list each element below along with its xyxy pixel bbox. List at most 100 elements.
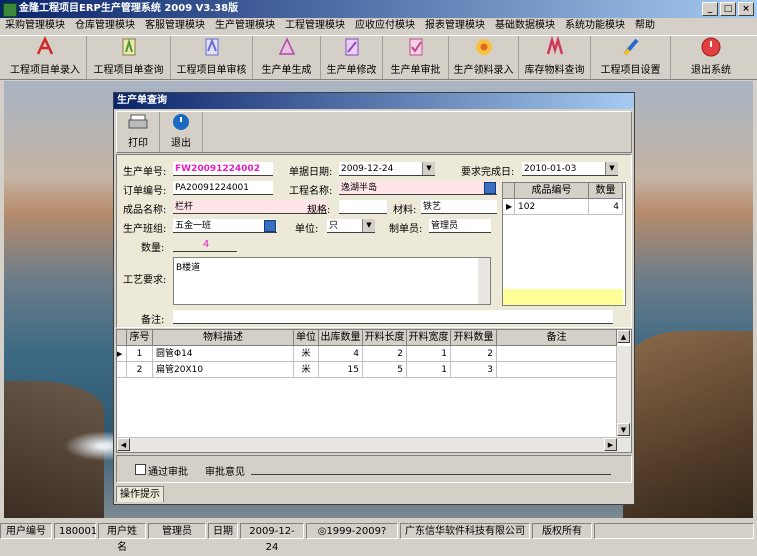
table-cell[interactable]: 3 xyxy=(451,362,497,378)
menu-reports[interactable]: 报表管理模块 xyxy=(420,18,490,34)
menu-finance[interactable]: 应收应付模块 xyxy=(350,18,420,34)
lookup-icon[interactable] xyxy=(484,182,496,194)
table-cell[interactable]: 15 xyxy=(319,362,363,378)
menu-system[interactable]: 系统功能模块 xyxy=(560,18,630,34)
doc-date-field[interactable]: 2009-12-24 ▼ xyxy=(339,162,435,176)
table-cell[interactable]: 米 xyxy=(294,346,319,362)
user-name-label: 用户姓名 xyxy=(98,523,146,553)
prod-no-field[interactable]: FW20091224002 xyxy=(173,162,273,176)
table-cell[interactable] xyxy=(497,346,617,362)
col-header-out: 出库数量 xyxy=(319,330,363,346)
lookup-icon[interactable] xyxy=(264,220,276,232)
table-cell[interactable]: 扁管20X10 xyxy=(153,362,294,378)
menu-help[interactable]: 帮助 xyxy=(630,18,660,34)
table-cell[interactable]: 1 xyxy=(407,362,451,378)
remark-field[interactable] xyxy=(173,310,613,324)
chevron-down-icon[interactable]: ▼ xyxy=(362,219,375,232)
toolbar-material-entry-button[interactable]: 生产领料录入 xyxy=(449,36,519,79)
table-cell[interactable] xyxy=(497,362,617,378)
toolbar-project-settings-button[interactable]: 工程项目设置 xyxy=(591,36,671,79)
power-icon xyxy=(700,36,722,58)
menu-bar: 采购管理模块 仓库管理模块 客服管理模块 生产管理模块 工程管理模块 应收应付模… xyxy=(0,18,757,34)
menu-production[interactable]: 生产管理模块 xyxy=(210,18,280,34)
remark-label: 备注: xyxy=(141,315,165,326)
menu-purchase[interactable]: 采购管理模块 xyxy=(0,18,70,34)
approve-check-label: 通过审批 xyxy=(148,467,188,478)
minimize-button[interactable]: _ xyxy=(702,2,718,16)
table-cell[interactable]: 4 xyxy=(589,199,623,215)
table-cell[interactable]: 5 xyxy=(363,362,407,378)
product-field[interactable]: 栏杆 xyxy=(173,200,327,214)
user-name-value: 管理员 xyxy=(148,523,206,539)
toolbar-project-audit-button[interactable]: 工程项目单审核 xyxy=(171,36,253,79)
background-cliff xyxy=(623,331,753,518)
craft-label: 工艺要求: xyxy=(123,275,167,286)
order-no-field[interactable]: PA20091224001 xyxy=(173,181,273,195)
craft-scrollbar[interactable] xyxy=(478,258,490,304)
toolbar-generate-order-button[interactable]: 生产单生成 xyxy=(253,36,321,79)
tab-operation-tips[interactable]: 操作提示 xyxy=(116,486,164,502)
craft-textarea[interactable]: B楼道 xyxy=(173,257,491,305)
maker-label: 制单员: xyxy=(389,224,423,235)
menu-warehouse[interactable]: 仓库管理模块 xyxy=(70,18,140,34)
maker-field[interactable]: 管理员 xyxy=(429,219,491,233)
close-button[interactable]: × xyxy=(738,2,754,16)
table-cell[interactable]: 2 xyxy=(363,346,407,362)
material-label: 材料: xyxy=(393,205,417,216)
material-field[interactable]: 铁艺 xyxy=(421,200,497,214)
col-header-desc: 物料描述 xyxy=(153,330,294,346)
spec-field[interactable] xyxy=(339,200,387,214)
scroll-left-icon[interactable]: ◀ xyxy=(117,438,130,451)
unit-field[interactable]: 只 ▼ xyxy=(327,219,375,233)
status-bar: 用户编号 180001 用户姓名 管理员 日期 2009-12-24 ◎1999… xyxy=(0,520,757,553)
table-cell[interactable]: 2 xyxy=(127,362,153,378)
exit-button[interactable]: 退出 xyxy=(160,112,203,152)
menu-basedata[interactable]: 基础数据模块 xyxy=(490,18,560,34)
project-label: 工程名称: xyxy=(289,186,333,197)
chevron-down-icon[interactable]: ▼ xyxy=(605,162,618,175)
toolbar-edit-order-button[interactable]: 生产单修改 xyxy=(321,36,383,79)
child-toolbar: 打印 退出 xyxy=(116,111,632,153)
table-cell[interactable]: 2 xyxy=(451,346,497,362)
table-cell[interactable]: 1 xyxy=(407,346,451,362)
table-cell[interactable]: 4 xyxy=(319,346,363,362)
table-cell[interactable]: 圆管Φ14 xyxy=(153,346,294,362)
opinion-field[interactable] xyxy=(251,461,611,475)
menu-engineering[interactable]: 工程管理模块 xyxy=(280,18,350,34)
toolbar-exit-button[interactable]: 退出系统 xyxy=(671,36,751,79)
due-date-field[interactable]: 2010-01-03 ▼ xyxy=(522,162,618,176)
approve-icon xyxy=(405,36,427,58)
toolbar-approve-order-button[interactable]: 生产单审批 xyxy=(383,36,449,79)
print-button[interactable]: 打印 xyxy=(117,112,160,152)
generate-icon xyxy=(276,36,298,58)
team-field[interactable]: 五金一班 xyxy=(173,219,277,233)
table-cell[interactable]: 1 xyxy=(127,346,153,362)
qty-label: 数量: xyxy=(141,243,165,254)
edit-icon xyxy=(341,36,363,58)
table-cell[interactable]: 米 xyxy=(294,362,319,378)
menu-service[interactable]: 客服管理模块 xyxy=(140,18,210,34)
project-field[interactable]: 逸湖半岛 xyxy=(339,181,497,195)
scroll-up-icon[interactable]: ▲ xyxy=(617,330,630,343)
grid-header-code: 成品编号 xyxy=(515,183,589,199)
date-value: 2009-12-24 xyxy=(240,523,304,553)
toolbar-project-query-button[interactable]: 工程项目单查询 xyxy=(87,36,171,79)
settings-icon xyxy=(620,36,642,58)
copyright-text: ◎1999-2009? xyxy=(306,523,398,539)
table-cell[interactable]: 102 xyxy=(515,199,589,215)
maximize-button[interactable]: □ xyxy=(720,2,736,16)
flower-icon xyxy=(473,36,495,58)
team-label: 生产班组: xyxy=(123,224,167,235)
chevron-down-icon[interactable]: ▼ xyxy=(422,162,435,175)
scroll-down-icon[interactable]: ▼ xyxy=(617,423,630,436)
approve-checkbox[interactable] xyxy=(135,464,146,475)
toolbar-stock-query-button[interactable]: 库存物料查询 xyxy=(519,35,591,79)
col-header-wid: 开料宽度 xyxy=(407,330,451,346)
toolbar-project-entry-button[interactable]: 工程项目单录入 xyxy=(4,36,87,79)
row-pointer-icon: ▶ xyxy=(117,346,127,362)
scroll-right-icon[interactable]: ▶ xyxy=(604,438,617,451)
production-query-window: 生产单查询 打印 退出 生产单号: FW20091224002 单据日期: 20… xyxy=(113,92,635,505)
qty-field[interactable]: 4 xyxy=(173,238,237,252)
grid-vertical-scrollbar[interactable]: ▲ ▼ xyxy=(616,330,631,436)
grid-horizontal-scrollbar[interactable]: ◀ ▶ xyxy=(117,437,631,452)
